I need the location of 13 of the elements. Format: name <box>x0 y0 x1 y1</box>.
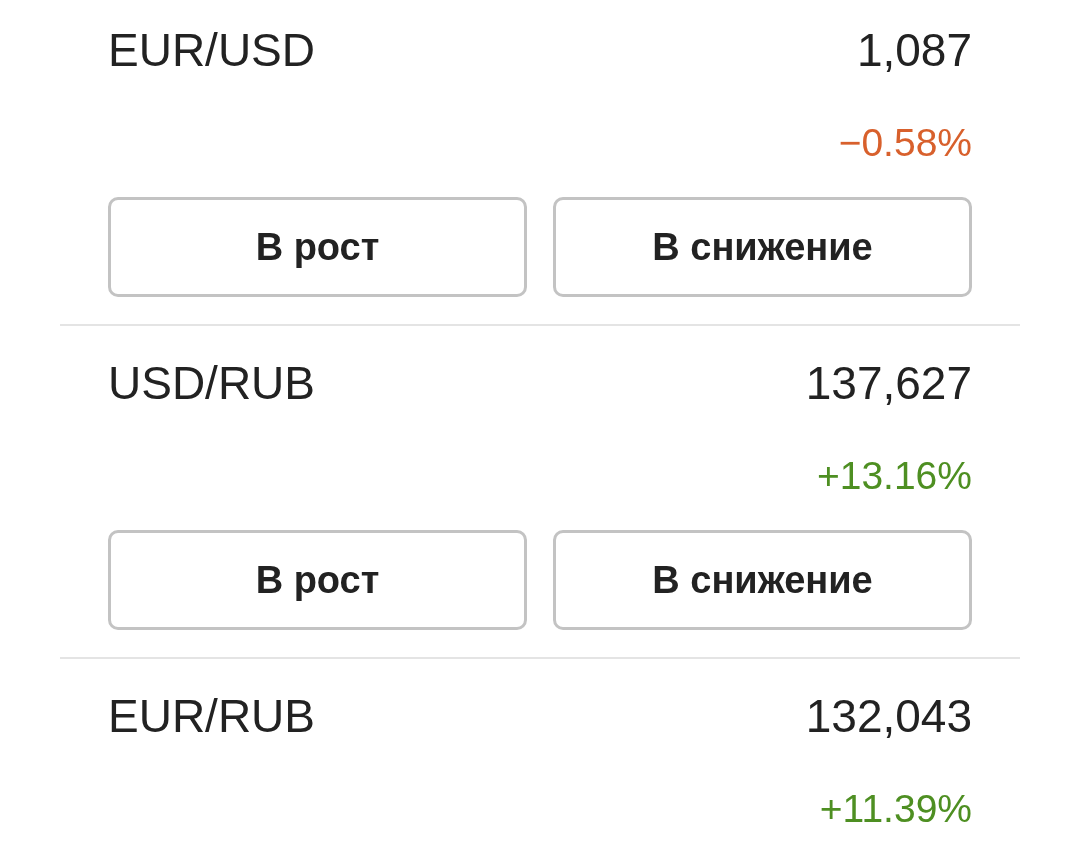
rise-button[interactable]: В рост <box>108 530 527 630</box>
currency-pair: EUR/USD <box>108 23 316 78</box>
exchange-rate: 132,043 <box>805 689 972 744</box>
exchange-rate: 137,627 <box>805 356 972 411</box>
change-percent: +11.39% <box>819 786 972 832</box>
currency-pair: EUR/RUB <box>108 689 316 744</box>
currency-pair: USD/RUB <box>108 356 316 411</box>
rise-button[interactable]: В рост <box>108 197 527 297</box>
fall-button[interactable]: В снижение <box>553 197 972 297</box>
change-percent: +13.16% <box>816 453 972 499</box>
fall-button[interactable]: В снижение <box>553 530 972 630</box>
exchange-rate: 1,087 <box>856 23 972 78</box>
change-percent: −0.58% <box>838 120 972 166</box>
